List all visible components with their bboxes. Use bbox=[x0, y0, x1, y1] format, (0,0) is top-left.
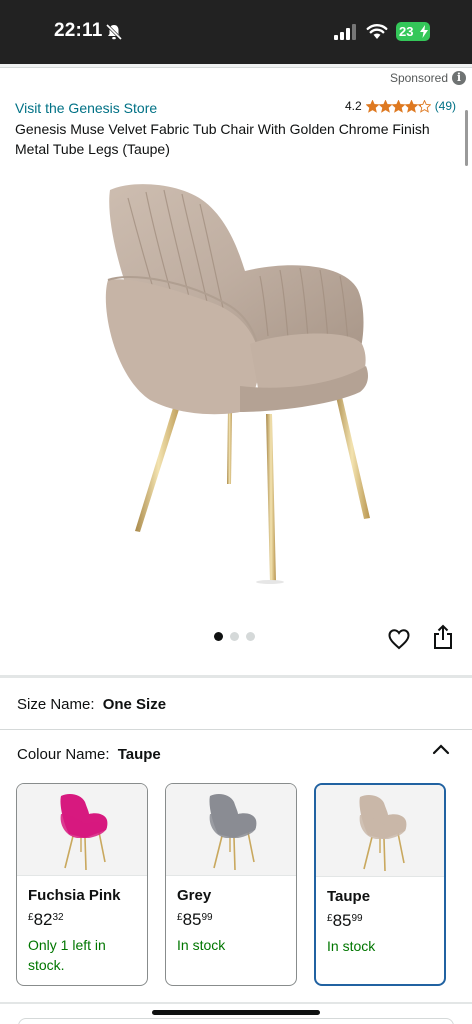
colour-value: Taupe bbox=[117, 746, 161, 763]
product-title: Genesis Muse Velvet Fabric Tub Chair Wit… bbox=[15, 121, 430, 157]
star-full-icon bbox=[365, 99, 379, 113]
price-fraction: 32 bbox=[52, 912, 64, 923]
rating-count[interactable]: (49) bbox=[435, 99, 456, 113]
availability-status: Only 1 left in stock. bbox=[28, 937, 106, 973]
colour-option-name: Taupe bbox=[327, 888, 371, 905]
next-section-card bbox=[18, 1018, 454, 1024]
info-icon[interactable]: i bbox=[452, 71, 466, 85]
heart-icon[interactable] bbox=[387, 627, 411, 651]
star-rating bbox=[365, 99, 431, 113]
star-full-icon bbox=[404, 99, 418, 113]
wifi-icon bbox=[366, 24, 388, 39]
product-image[interactable] bbox=[90, 176, 390, 596]
chair-thumbnail bbox=[359, 795, 407, 871]
colour-selector-header[interactable]: Colour Name: Taupe bbox=[17, 746, 161, 763]
price-fraction: 99 bbox=[201, 912, 213, 923]
colour-option-name: Grey bbox=[177, 887, 212, 904]
price-whole: 85 bbox=[182, 910, 202, 929]
colour-option-price: £85 99 bbox=[327, 911, 434, 930]
image-carousel-dots[interactable] bbox=[214, 632, 255, 641]
chair-thumbnail bbox=[209, 794, 257, 870]
star-partial-icon bbox=[417, 99, 431, 113]
store-link[interactable]: Visit the Genesis Store bbox=[15, 100, 157, 116]
size-label: Size Name: bbox=[17, 696, 95, 713]
colour-option-grey[interactable]: Grey £85 99 In stock bbox=[165, 783, 297, 986]
colour-label: Colour Name: bbox=[17, 746, 110, 763]
rating-value: 4.2 bbox=[345, 99, 362, 113]
availability-status: In stock bbox=[177, 937, 226, 953]
colour-swatches: Fuchsia Pink £82 32 Only 1 left in stock. Gr… bbox=[16, 783, 446, 986]
carousel-dot[interactable] bbox=[214, 632, 223, 641]
section-divider bbox=[0, 729, 472, 730]
star-full-icon bbox=[378, 99, 392, 113]
header-divider bbox=[0, 64, 472, 68]
size-value: One Size bbox=[102, 696, 167, 713]
carousel-dot[interactable] bbox=[246, 632, 255, 641]
colour-option-price: £85 99 bbox=[177, 910, 286, 929]
price-whole: 85 bbox=[332, 911, 352, 930]
colour-option-image bbox=[166, 784, 296, 876]
cellular-signal-icon bbox=[334, 24, 356, 40]
size-selector: Size Name: One Size bbox=[17, 696, 166, 713]
availability-status: In stock bbox=[327, 938, 376, 954]
section-divider bbox=[0, 675, 472, 678]
sponsored-text: Sponsored bbox=[389, 71, 448, 85]
rating[interactable]: 4.2 (49) bbox=[345, 99, 456, 113]
scrollbar bbox=[465, 110, 468, 166]
battery-level: 23 bbox=[399, 24, 414, 39]
price-fraction: 99 bbox=[351, 913, 363, 924]
battery-indicator: 23 bbox=[396, 22, 430, 41]
charging-bolt-icon bbox=[420, 25, 428, 38]
chair-thumbnail bbox=[60, 794, 108, 870]
sponsored-label[interactable]: Sponsored i bbox=[390, 71, 466, 85]
price-whole: 82 bbox=[33, 910, 53, 929]
colour-option-taupe[interactable]: Taupe £85 99 In stock bbox=[314, 783, 446, 986]
colour-option-image bbox=[17, 784, 147, 876]
carousel-dot[interactable] bbox=[230, 632, 239, 641]
colour-option-fuchsia-pink[interactable]: Fuchsia Pink £82 32 Only 1 left in stock. bbox=[16, 783, 148, 986]
star-full-icon bbox=[391, 99, 405, 113]
status-time: 22:11 bbox=[54, 20, 103, 41]
home-indicator bbox=[152, 1010, 320, 1015]
share-icon[interactable] bbox=[432, 624, 454, 650]
status-bar: 22:11 23 bbox=[0, 0, 472, 64]
bell-slash-icon bbox=[105, 23, 123, 41]
colour-option-price: £82 32 bbox=[28, 910, 137, 929]
chevron-up-icon[interactable] bbox=[432, 742, 450, 756]
colour-option-image bbox=[316, 785, 444, 877]
colour-option-name: Fuchsia Pink bbox=[28, 887, 121, 904]
